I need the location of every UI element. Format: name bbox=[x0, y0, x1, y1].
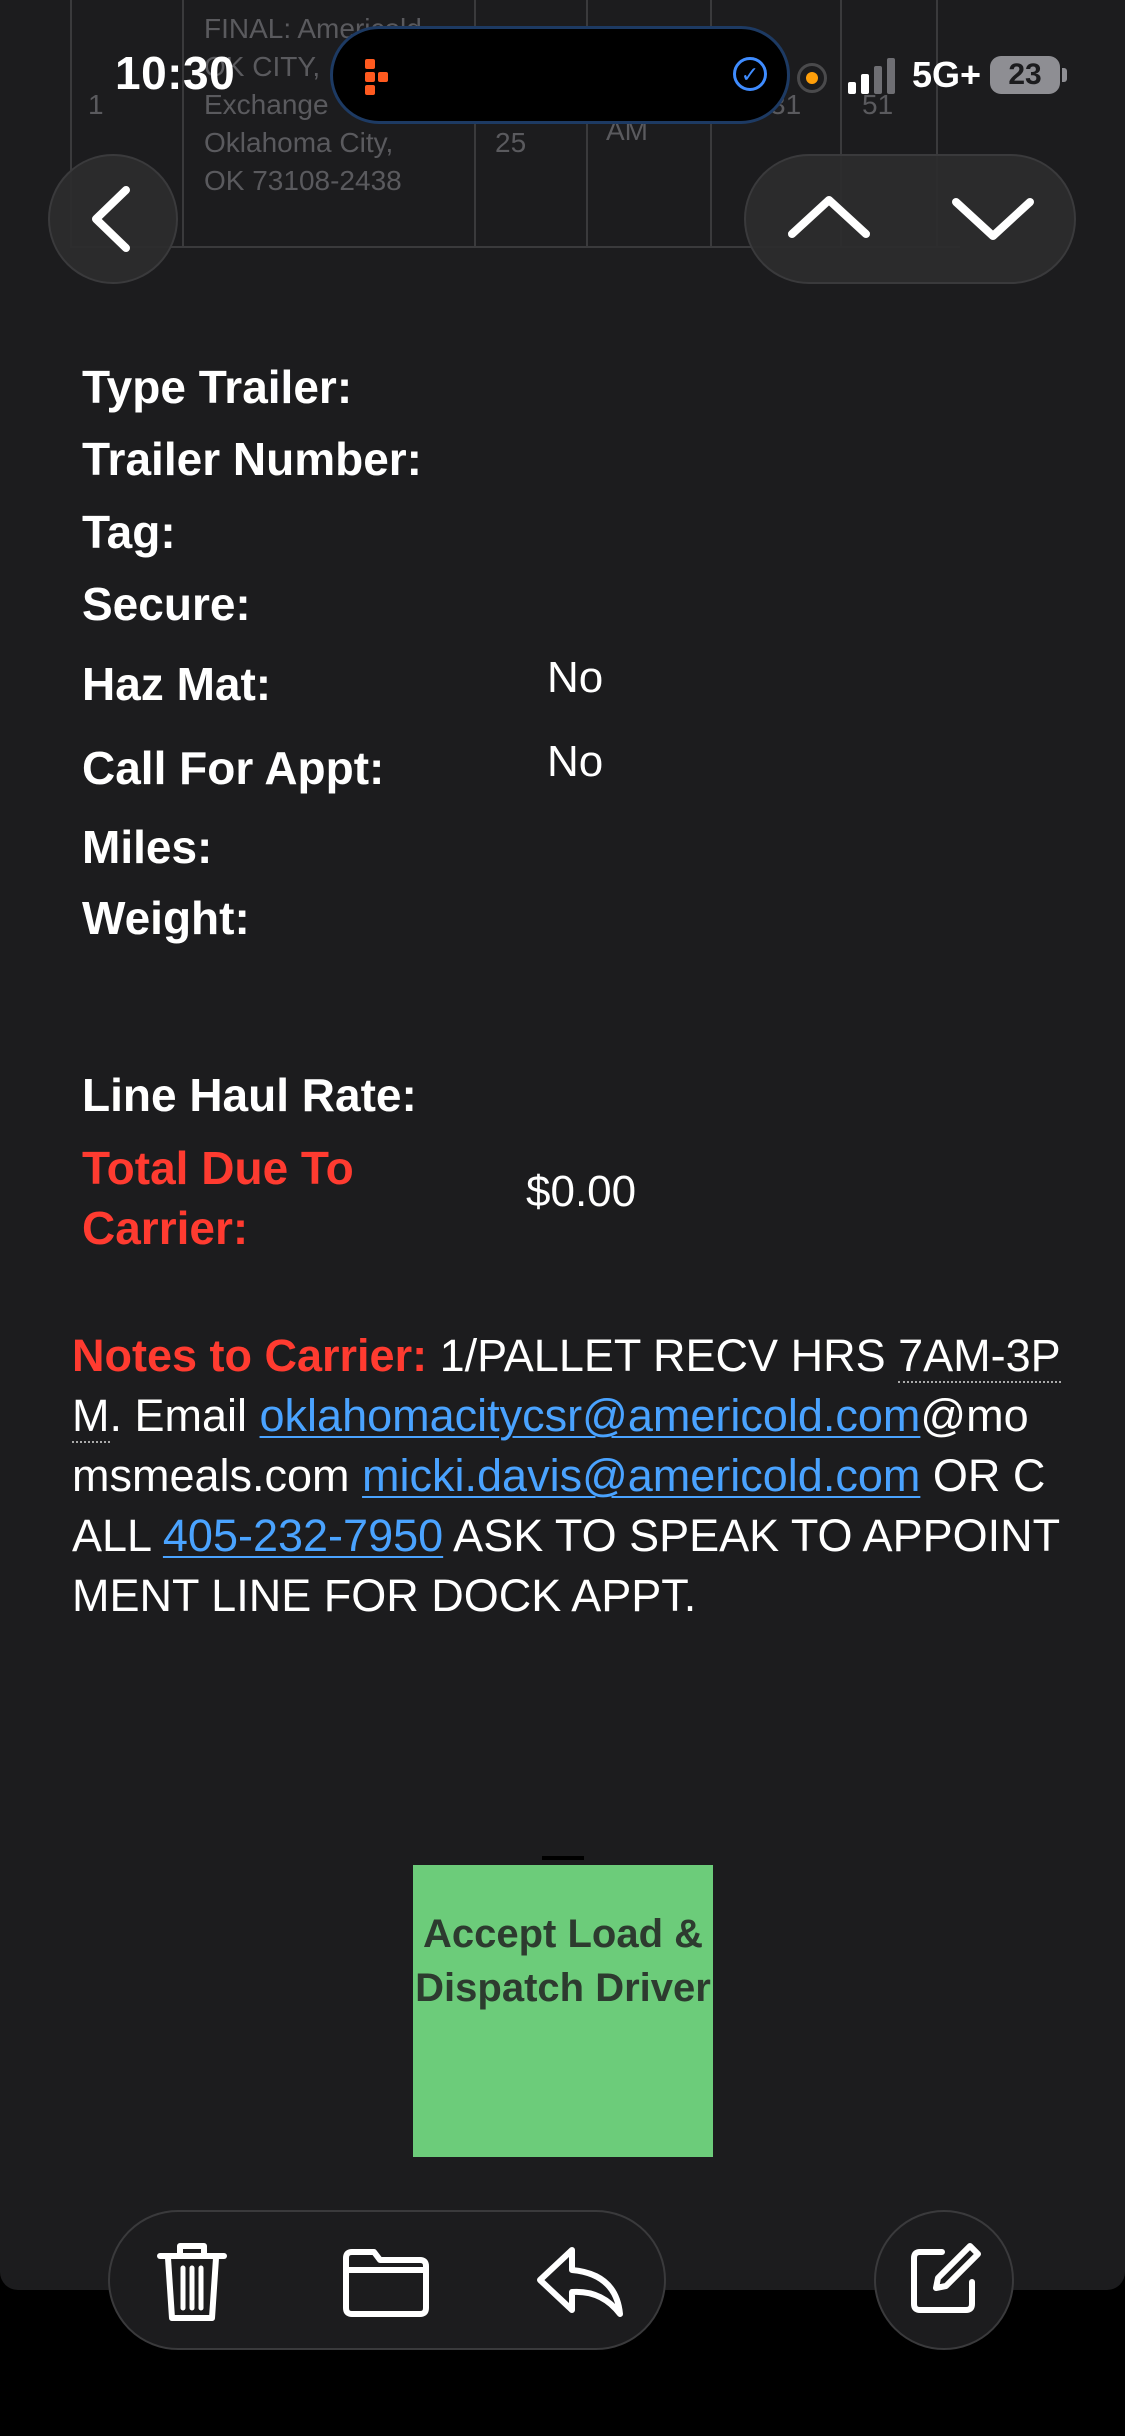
reply-icon bbox=[537, 2247, 623, 2317]
previous-message-button[interactable] bbox=[746, 156, 912, 282]
table-cell: 25 bbox=[495, 127, 527, 158]
move-to-folder-button[interactable] bbox=[336, 2230, 436, 2330]
accept-load-label: Accept Load & Dispatch Driver bbox=[415, 1912, 711, 2010]
total-due-value: $0.00 bbox=[526, 1167, 637, 1216]
haz-mat-value: No bbox=[547, 653, 604, 702]
dynamic-island[interactable]: ✓ bbox=[330, 26, 790, 124]
total-due-label: Total Due To Carrier: bbox=[82, 1142, 354, 1254]
next-message-button[interactable] bbox=[910, 156, 1076, 282]
type-trailer-label: Type Trailer: bbox=[82, 361, 353, 413]
email-link-micki[interactable]: micki.davis@americold.com bbox=[362, 1450, 920, 1501]
status-time: 10:30 bbox=[115, 47, 236, 99]
message-navigation bbox=[744, 154, 1076, 284]
trash-icon bbox=[157, 2243, 227, 2321]
table-row-number: 1 bbox=[88, 89, 104, 120]
table-address-line: OK 73108-2438 bbox=[204, 165, 402, 196]
network-type: 5G+ bbox=[912, 54, 982, 95]
line-haul-rate-label: Line Haul Rate: bbox=[82, 1069, 417, 1121]
notes-label: Notes to Carrier: bbox=[72, 1330, 428, 1381]
folder-icon bbox=[343, 2249, 429, 2317]
compose-button[interactable] bbox=[874, 2210, 1014, 2350]
chevron-down-icon bbox=[952, 198, 1034, 240]
back-button[interactable] bbox=[48, 154, 178, 284]
reply-button[interactable] bbox=[530, 2230, 630, 2330]
compose-icon bbox=[911, 2243, 981, 2313]
haz-mat-label: Haz Mat: bbox=[82, 658, 272, 710]
phone-link[interactable]: 405-232-7950 bbox=[163, 1510, 443, 1561]
tag-label: Tag: bbox=[82, 506, 176, 558]
call-for-appt-label: Call For Appt: bbox=[82, 742, 385, 794]
checkmark-icon: ✓ bbox=[733, 57, 767, 91]
chevron-up-icon bbox=[788, 196, 870, 238]
mail-message-view: 1 FINAL: Americold OK CITY, Exchange Okl… bbox=[0, 0, 1125, 2290]
battery-cap bbox=[1062, 68, 1067, 82]
recording-indicator-icon bbox=[797, 63, 827, 93]
trailer-number-label: Trailer Number: bbox=[82, 433, 422, 485]
weight-label: Weight: bbox=[82, 892, 250, 944]
email-link-csr[interactable]: oklahomacitycsr@americold.com bbox=[260, 1390, 921, 1441]
divider bbox=[542, 1856, 584, 1860]
battery-icon: 23 bbox=[990, 56, 1060, 94]
notes-text: . Email bbox=[109, 1390, 260, 1441]
bottom-toolbar bbox=[108, 2210, 666, 2350]
chevron-left-icon bbox=[92, 186, 130, 252]
table-address-line: Oklahoma City, bbox=[204, 127, 394, 158]
notes-text: 1/PALLET RECV HRS bbox=[427, 1330, 899, 1381]
delete-button[interactable] bbox=[142, 2230, 242, 2330]
secure-label: Secure: bbox=[82, 578, 251, 630]
accept-load-button[interactable]: Accept Load & Dispatch Driver bbox=[413, 1865, 713, 2157]
cellular-signal-icon bbox=[848, 58, 898, 94]
miles-label: Miles: bbox=[82, 821, 213, 873]
notes-to-carrier: Notes to Carrier: 1/PALLET RECV HRS 7AM-… bbox=[72, 1326, 1062, 1626]
app-logo-icon bbox=[365, 59, 388, 95]
call-for-appt-value: No bbox=[547, 737, 604, 786]
